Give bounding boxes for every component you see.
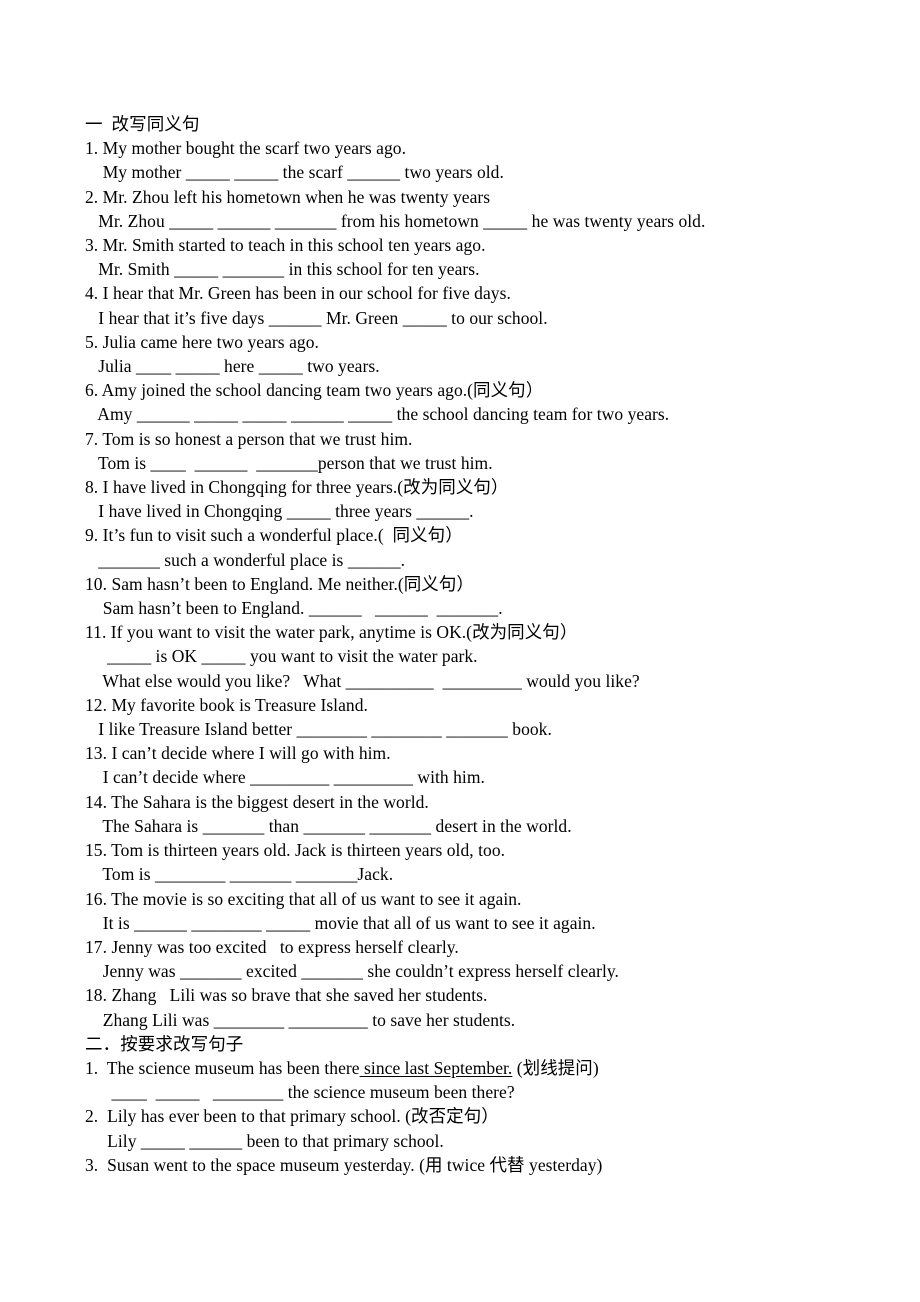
question-prompt: 15. Tom is thirteen years old. Jack is t… [85,840,506,861]
answer-blank-line-secondary[interactable]: What else would you like? What _________… [85,669,860,693]
exercise-item-11: 11. If you want to visit the water park,… [85,620,860,693]
answer-blank-line[interactable]: I like Treasure Island better ________ _… [85,717,860,741]
exercise-item-2-3: 3. Susan went to the space museum yester… [85,1153,860,1177]
exercise-item-5: 5. Julia came here two years ago. Julia … [85,330,860,378]
section-one-heading: 一 改写同义句 [85,114,200,134]
question-prompt: 18. Zhang Lili was so brave that she sav… [85,985,488,1006]
answer-blank-line[interactable]: Tom is ____ ______ _______person that we… [85,451,860,475]
prompt-text-pre: 1. The science museum has been there [85,1057,360,1078]
answer-blank-line[interactable]: Tom is ________ _______ _______Jack. [85,862,860,886]
question-prompt: 9. It’s fun to visit such a wonderful pl… [85,525,463,546]
answer-blank-line[interactable]: _____ is OK _____ you want to visit the … [85,644,860,668]
answer-blank-line[interactable]: I can’t decide where _________ _________… [85,765,860,789]
answer-blank-line[interactable]: Mr. Zhou _____ ______ _______ from his h… [85,209,860,233]
answer-blank-line[interactable]: Jenny was _______ excited _______ she co… [85,959,860,983]
question-prompt: 2. Mr. Zhou left his hometown when he wa… [85,186,491,207]
exercise-item-4: 4. I hear that Mr. Green has been in our… [85,281,860,329]
question-prompt: 12. My favorite book is Treasure Island. [85,694,368,715]
answer-blank-line[interactable]: I hear that it’s five days ______ Mr. Gr… [85,306,860,330]
answer-blank-line[interactable]: Sam hasn’t been to England. ______ _____… [85,596,860,620]
section-two-heading: 二．按要求改写句子 [85,1033,244,1054]
question-prompt: 10. Sam hasn’t been to England. Me neith… [85,573,474,594]
question-prompt: 1. The science museum has been there sin… [85,1056,860,1080]
question-prompt: 2. Lily has ever been to that primary sc… [85,1106,499,1127]
answer-blank-line[interactable]: Amy ______ _____ _____ ______ _____ the … [85,402,860,426]
question-prompt: 3. Susan went to the space museum yester… [85,1154,603,1175]
exercise-item-14: 14. The Sahara is the biggest desert in … [85,790,860,838]
question-prompt: 17. Jenny was too excited to express her… [85,936,459,957]
question-prompt: 4. I hear that Mr. Green has been in our… [85,283,511,304]
exercise-item-8: 8. I have lived in Chongqing for three y… [85,475,860,523]
question-prompt: 1. My mother bought the scarf two years … [85,138,407,159]
answer-blank-line[interactable]: ____ _____ ________ the science museum b… [85,1080,860,1104]
exercise-item-9: 9. It’s fun to visit such a wonderful pl… [85,523,860,571]
exercise-item-18: 18. Zhang Lili was so brave that she sav… [85,983,860,1031]
exercise-item-1: 1. My mother bought the scarf two years … [85,136,860,184]
question-prompt: 3. Mr. Smith started to teach in this sc… [85,235,486,256]
question-prompt: 13. I can’t decide where I will go with … [85,743,391,764]
exercise-item-2-2: 2. Lily has ever been to that primary sc… [85,1104,860,1152]
section-two: 二．按要求改写句子 1. The science museum has been… [85,1032,860,1177]
exercise-item-3: 3. Mr. Smith started to teach in this sc… [85,233,860,281]
answer-blank-line[interactable]: _______ such a wonderful place is ______… [85,548,860,572]
exercise-item-7: 7. Tom is so honest a person that we tru… [85,427,860,475]
question-prompt: 5. Julia came here two years ago. [85,331,319,352]
prompt-instruction: (划线提问) [512,1057,599,1078]
answer-blank-line[interactable]: I have lived in Chongqing _____ three ye… [85,499,860,523]
exercise-item-12: 12. My favorite book is Treasure Island.… [85,693,860,741]
exercise-item-2: 2. Mr. Zhou left his hometown when he wa… [85,185,860,233]
exercise-item-6: 6. Amy joined the school dancing team tw… [85,378,860,426]
question-prompt: 7. Tom is so honest a person that we tru… [85,428,413,449]
section-one: 一 改写同义句 1. My mother bought the scarf tw… [85,112,860,1032]
answer-blank-line[interactable]: Mr. Smith _____ _______ in this school f… [85,257,860,281]
exercise-item-17: 17. Jenny was too excited to express her… [85,935,860,983]
question-prompt: 14. The Sahara is the biggest desert in … [85,791,429,812]
exercise-item-15: 15. Tom is thirteen years old. Jack is t… [85,838,860,886]
answer-blank-line[interactable]: Julia ____ _____ here _____ two years. [85,354,860,378]
underlined-phrase: since last September. [359,1057,513,1078]
exercise-item-10: 10. Sam hasn’t been to England. Me neith… [85,572,860,620]
question-prompt: 16. The movie is so exciting that all of… [85,888,522,909]
answer-blank-line[interactable]: Lily _____ ______ been to that primary s… [85,1129,860,1153]
answer-blank-line[interactable]: It is ______ ________ _____ movie that a… [85,911,860,935]
answer-blank-line[interactable]: My mother _____ _____ the scarf ______ t… [85,160,860,184]
exercise-item-13: 13. I can’t decide where I will go with … [85,741,860,789]
answer-blank-line[interactable]: The Sahara is _______ than _______ _____… [85,814,860,838]
worksheet-page: 一 改写同义句 1. My mother bought the scarf tw… [0,0,920,1302]
answer-blank-line[interactable]: Zhang Lili was ________ _________ to sav… [85,1008,860,1032]
question-prompt: 11. If you want to visit the water park,… [85,622,578,643]
exercise-item-2-1: 1. The science museum has been there sin… [85,1056,860,1104]
exercise-item-16: 16. The movie is so exciting that all of… [85,887,860,935]
question-prompt: 6. Amy joined the school dancing team tw… [85,380,544,401]
question-prompt: 8. I have lived in Chongqing for three y… [85,477,509,498]
